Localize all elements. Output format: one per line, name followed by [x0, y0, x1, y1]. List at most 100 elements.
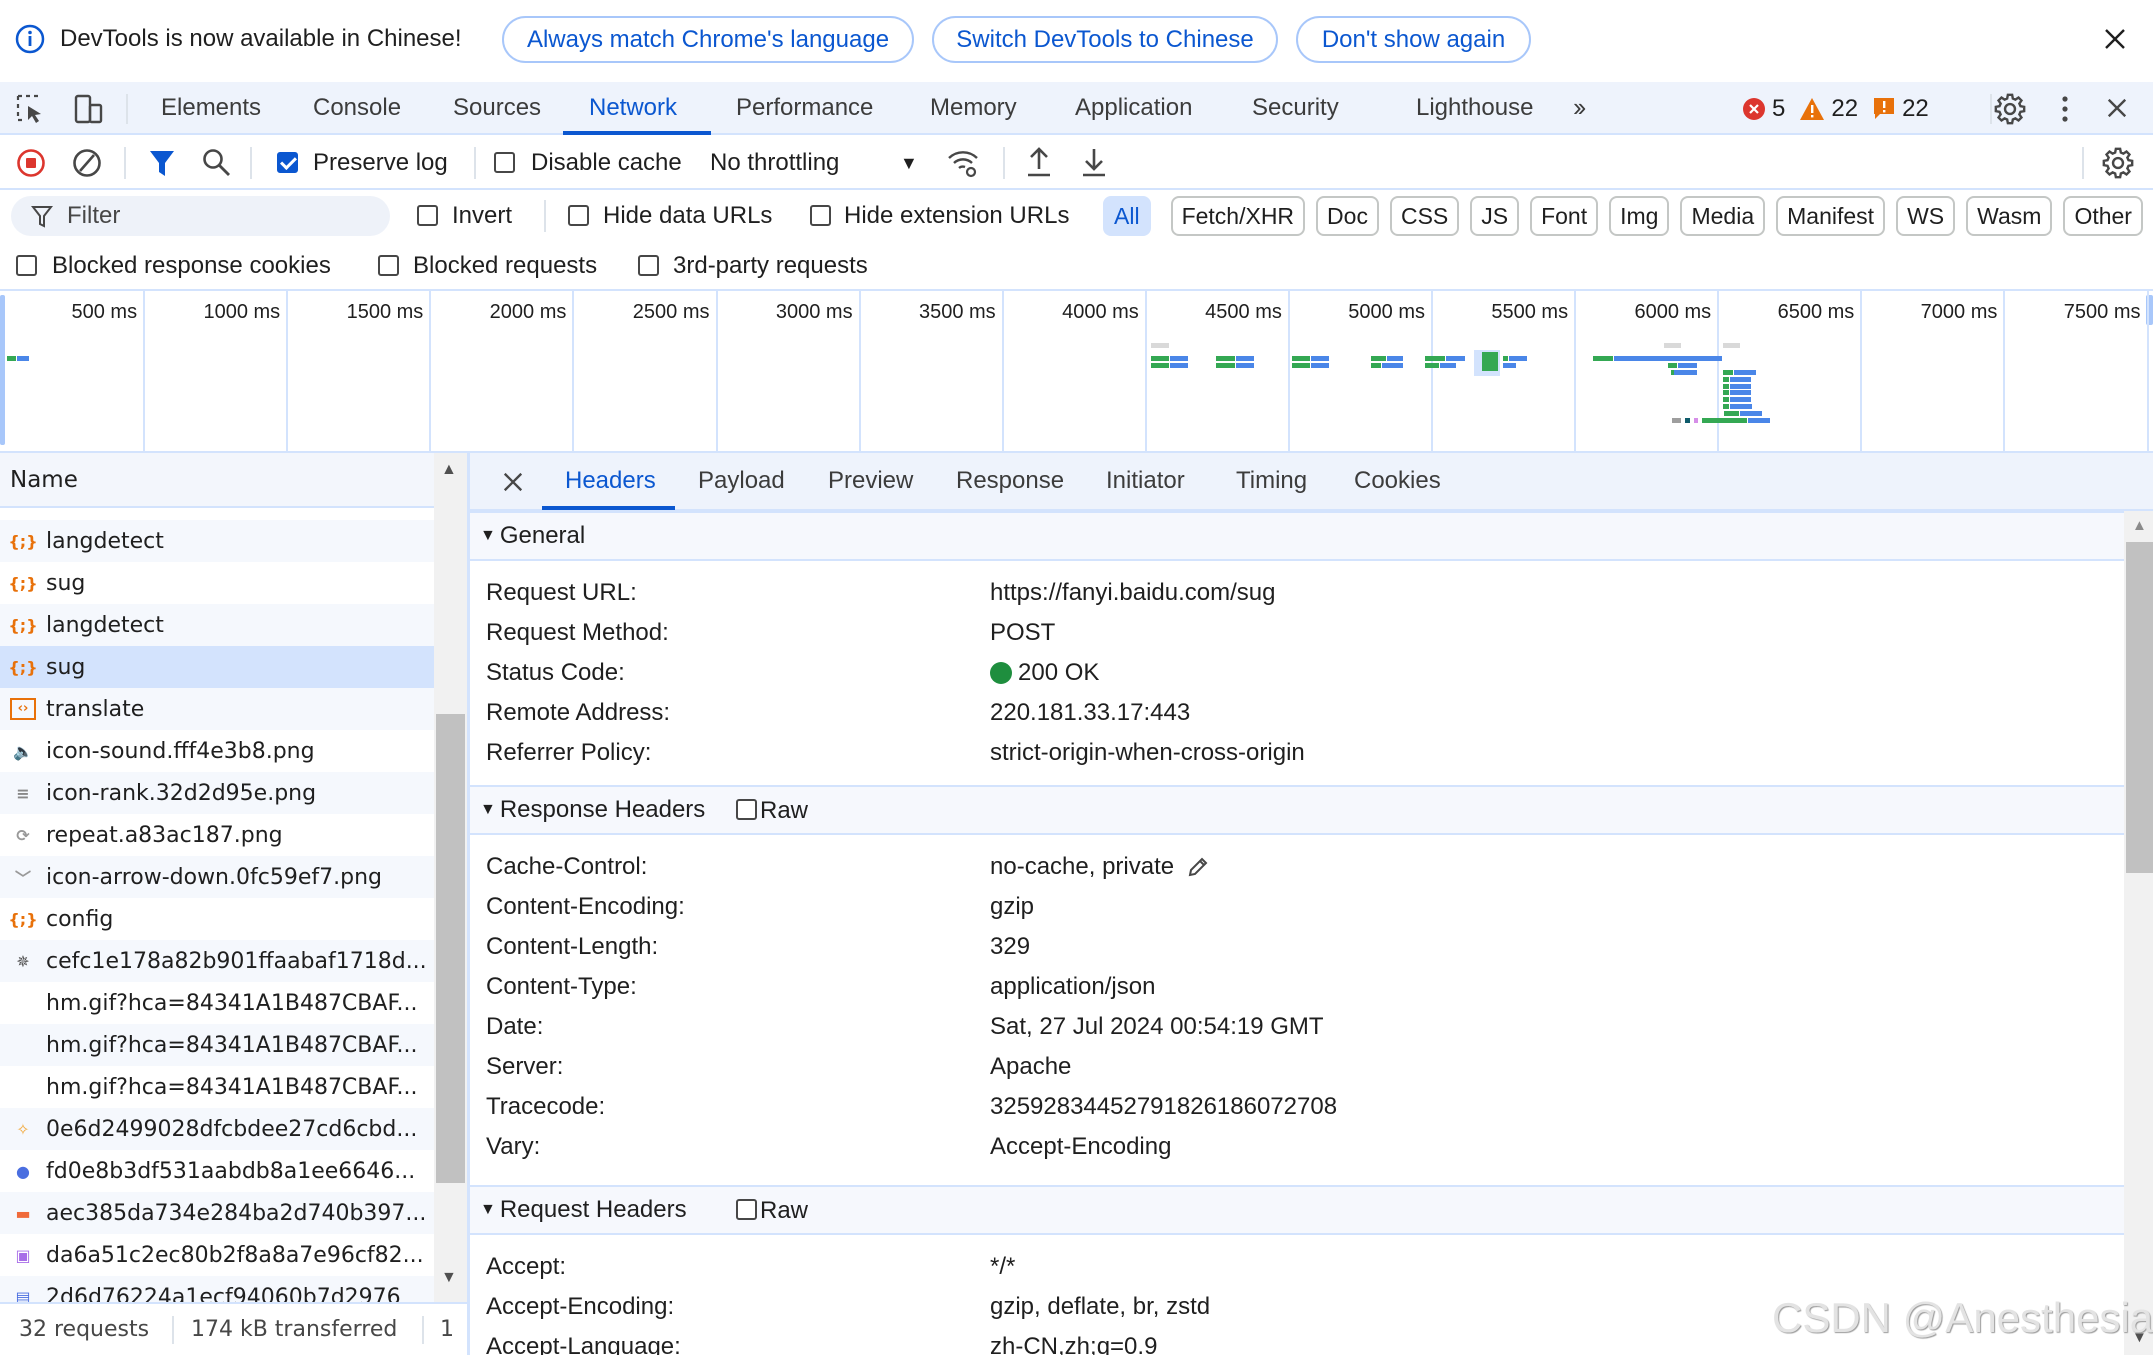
header-value[interactable]: gzip	[990, 893, 1034, 921]
type-filter-all[interactable]: All	[1103, 196, 1151, 236]
third-party-requests-checkbox[interactable]	[638, 255, 659, 276]
request-row[interactable]: ‹› translate	[0, 688, 434, 730]
request-list-scrollbar[interactable]: ▲ ▼	[434, 453, 467, 1302]
request-row[interactable]: ▣ da6a51c2ec80b2f8a8a7e96cf82...	[0, 1234, 434, 1276]
disable-cache-checkbox[interactable]	[494, 152, 515, 173]
search-icon[interactable]	[201, 147, 233, 179]
type-filter-ws[interactable]: WS	[1896, 196, 1956, 236]
type-filter-manifest[interactable]: Manifest	[1776, 196, 1886, 236]
request-row[interactable]: ✧ 0e6d2499028dfcbdee27cd6cbd...	[0, 1108, 434, 1150]
scroll-up-arrow-icon[interactable]: ▲	[2132, 517, 2147, 534]
tab-elements[interactable]: Elements	[161, 82, 261, 133]
header-value[interactable]: POST	[990, 619, 1055, 647]
request-row[interactable]: ⟳ repeat.a83ac187.png	[0, 814, 434, 856]
dont-show-again-button[interactable]: Don't show again	[1296, 16, 1531, 63]
blocked-requests-checkbox[interactable]	[378, 255, 399, 276]
close-devtools-icon[interactable]	[2106, 97, 2128, 119]
filter-input[interactable]: Filter	[11, 196, 390, 236]
header-value[interactable]: 329	[990, 933, 1030, 961]
device-toolbar-icon[interactable]	[73, 93, 105, 125]
scroll-down-arrow-icon[interactable]: ▼	[441, 1269, 457, 1287]
more-options-icon[interactable]	[2059, 94, 2071, 124]
header-value[interactable]: 32592834452791826186072708	[990, 1093, 1337, 1121]
tab-lighthouse[interactable]: Lighthouse	[1416, 82, 1533, 133]
request-row[interactable]: 🔈 icon-sound.fff4e3b8.png	[0, 730, 434, 772]
header-value[interactable]: strict-origin-when-cross-origin	[990, 739, 1305, 767]
tab-console[interactable]: Console	[313, 82, 401, 133]
general-section-header[interactable]: ▼ General	[470, 511, 2124, 561]
response-headers-section-header[interactable]: ▼ Response Headers Raw	[470, 785, 2124, 835]
details-tab-payload[interactable]: Payload	[698, 453, 785, 508]
details-tab-response[interactable]: Response	[956, 453, 1064, 508]
more-tabs-chevron-icon[interactable]: ››	[1573, 82, 1586, 133]
type-filter-doc[interactable]: Doc	[1316, 196, 1379, 236]
network-settings-gear-icon[interactable]	[2101, 146, 2135, 180]
switch-to-chinese-button[interactable]: Switch DevTools to Chinese	[932, 16, 1278, 63]
request-row[interactable]: hm.gif?hca=84341A1B487CBAF...	[0, 982, 434, 1024]
type-filter-other[interactable]: Other	[2063, 196, 2143, 236]
settings-gear-icon[interactable]	[1993, 92, 2027, 126]
tab-security[interactable]: Security	[1252, 82, 1339, 133]
preserve-log-checkbox[interactable]	[277, 152, 298, 173]
hide-data-urls-checkbox[interactable]	[568, 205, 589, 226]
invert-checkbox[interactable]	[417, 205, 438, 226]
network-conditions-icon[interactable]	[946, 147, 982, 181]
header-value[interactable]: https://fanyi.baidu.com/sug	[990, 579, 1276, 607]
header-value[interactable]: 220.181.33.17:443	[990, 699, 1190, 727]
request-row[interactable]: {;} config	[0, 898, 434, 940]
request-row[interactable]: ≡ icon-rank.32d2d95e.png	[0, 772, 434, 814]
import-har-icon[interactable]	[1025, 145, 1053, 179]
close-icon[interactable]	[2103, 27, 2127, 51]
request-row[interactable]: {;} sug	[0, 562, 434, 604]
request-row[interactable]: ● fd0e8b3df531aabdb8a1ee6646...	[0, 1150, 434, 1192]
request-row[interactable]: ▤ 2d6d76224a1ecf94060b7d2976	[0, 1276, 434, 1302]
type-filter-wasm[interactable]: Wasm	[1966, 196, 2053, 236]
edit-pencil-icon[interactable]	[1186, 855, 1210, 879]
name-column-header[interactable]: Name	[0, 453, 434, 508]
request-row[interactable]: ▬ aec385da734e284ba2d740b397...	[0, 1192, 434, 1234]
throttling-select[interactable]: No throttling ▼	[710, 143, 925, 183]
inspect-element-icon[interactable]	[16, 94, 48, 124]
details-tab-headers[interactable]: Headers	[565, 453, 656, 508]
type-filter-js[interactable]: JS	[1470, 196, 1520, 236]
request-row[interactable]: ﹀ icon-arrow-down.0fc59ef7.png	[0, 856, 434, 898]
request-row[interactable]: ✵ cefc1e178a82b901ffaabaf1718d...	[0, 940, 434, 982]
details-tab-initiator[interactable]: Initiator	[1106, 453, 1185, 508]
header-value[interactable]: Apache	[990, 1053, 1071, 1081]
request-row[interactable]: {;} langdetect	[0, 520, 434, 562]
timeline-left-handle[interactable]	[0, 295, 5, 445]
scroll-up-arrow-icon[interactable]: ▲	[441, 461, 457, 479]
blocked-response-cookies-checkbox[interactable]	[16, 255, 37, 276]
header-value[interactable]: gzip, deflate, br, zstd	[990, 1293, 1210, 1321]
raw-checkbox[interactable]	[736, 799, 757, 820]
console-counters[interactable]: 5 22 22	[1742, 94, 1929, 124]
type-filter-css[interactable]: CSS	[1389, 196, 1460, 236]
export-har-icon[interactable]	[1080, 145, 1108, 179]
network-overview-timeline[interactable]: 500 ms 1000 ms 1500 ms 2000 ms 2500 ms 3000 m…	[0, 291, 2153, 453]
request-row[interactable]: {;} sug	[0, 646, 434, 688]
details-tab-preview[interactable]: Preview	[828, 453, 913, 508]
scrollbar-thumb[interactable]	[436, 714, 465, 1183]
header-value[interactable]: application/json	[990, 973, 1155, 1001]
header-value[interactable]: */*	[990, 1253, 1015, 1281]
header-value[interactable]: no-cache, private	[990, 853, 1174, 881]
request-row[interactable]: hm.gif?hca=84341A1B487CBAF...	[0, 1066, 434, 1108]
details-tab-cookies[interactable]: Cookies	[1354, 453, 1441, 508]
header-value[interactable]: 200 OK	[1018, 659, 1099, 687]
header-value[interactable]: Sat, 27 Jul 2024 00:54:19 GMT	[990, 1013, 1324, 1041]
clear-icon[interactable]	[72, 148, 102, 178]
details-tab-timing[interactable]: Timing	[1236, 453, 1307, 508]
type-filter-font[interactable]: Font	[1530, 196, 1599, 236]
type-filter-img[interactable]: Img	[1609, 196, 1670, 236]
details-scrollbar[interactable]: ▲ ▼	[2124, 511, 2153, 1355]
tab-performance[interactable]: Performance	[736, 82, 873, 133]
type-filter-media[interactable]: Media	[1680, 196, 1766, 236]
always-match-language-button[interactable]: Always match Chrome's language	[502, 16, 914, 63]
request-row[interactable]: hm.gif?hca=84341A1B487CBAF...	[0, 1024, 434, 1066]
raw-checkbox[interactable]	[736, 1199, 757, 1220]
filter-icon[interactable]	[148, 148, 176, 178]
tab-memory[interactable]: Memory	[930, 82, 1017, 133]
hide-extension-urls-checkbox[interactable]	[810, 205, 831, 226]
stop-recording-icon[interactable]	[16, 148, 46, 178]
request-headers-section-header[interactable]: ▼ Request Headers Raw	[470, 1185, 2124, 1235]
